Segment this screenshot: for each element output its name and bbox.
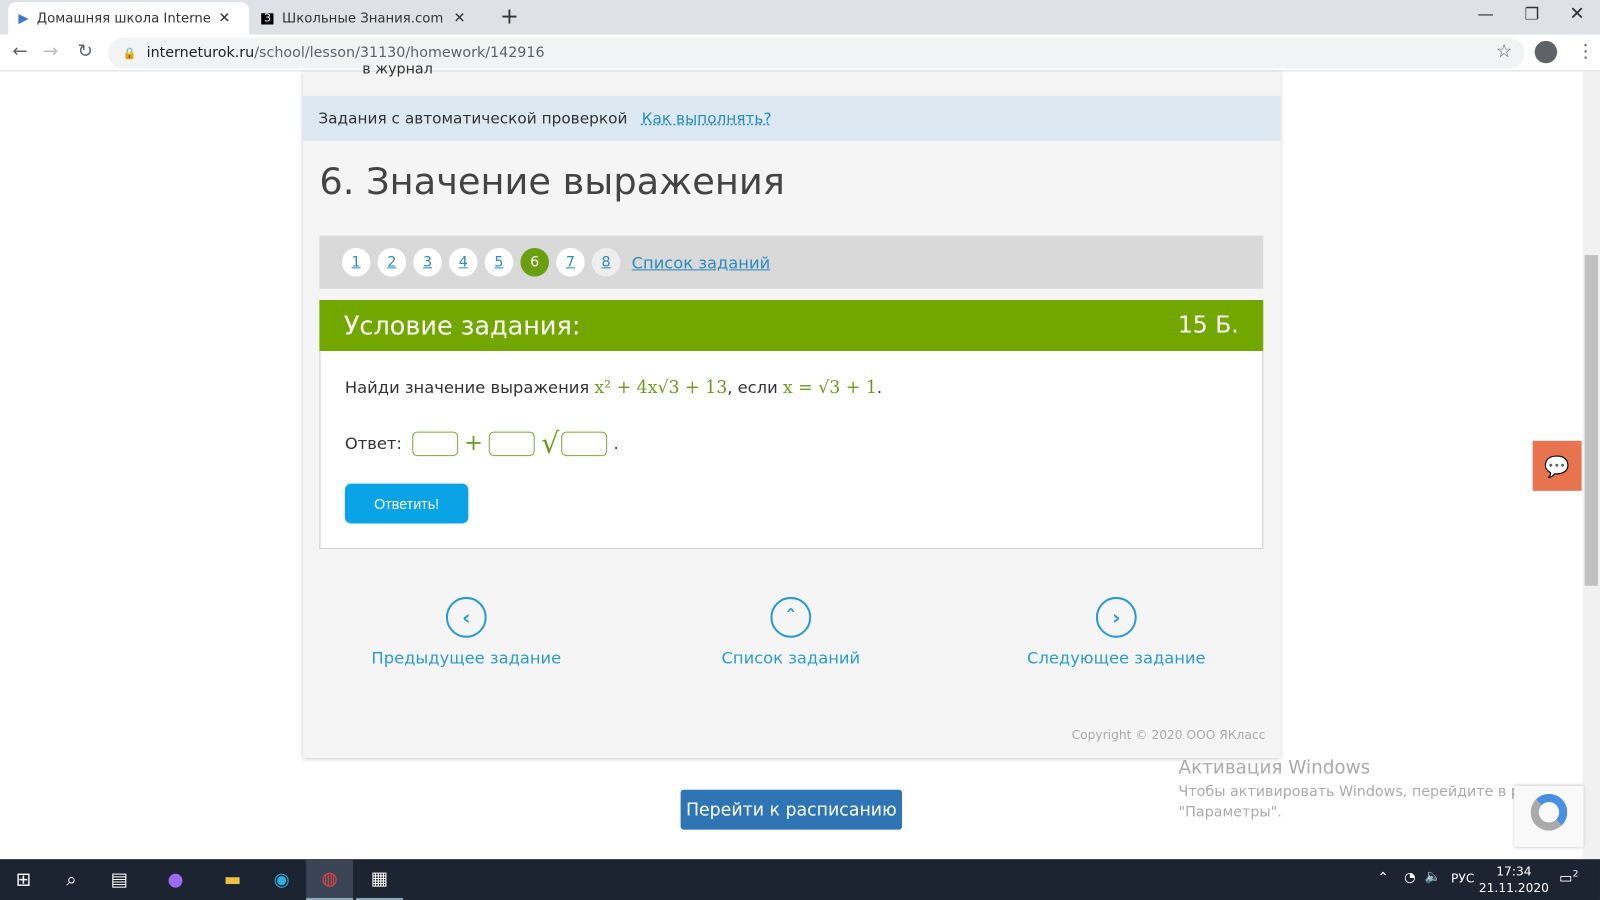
task-number-3[interactable]: 3 [413,247,442,277]
task-number-7[interactable]: 7 [556,247,585,277]
forward-icon[interactable]: → [43,41,58,62]
question: Найди значение выражения x² + 4x√3 + 13,… [345,378,882,398]
lesson-card: в журнал Задания с автоматической провер… [303,61,1281,759]
prev-task-link[interactable]: ‹ Предыдущее задание [364,596,568,668]
prev-label: Предыдущее задание [371,647,562,668]
task-number-5[interactable]: 5 [484,247,514,277]
clock[interactable]: 17:34 21.11.2020 [1479,863,1549,896]
submit-button[interactable]: Ответить! [344,483,469,524]
chevron-left-icon: ‹ [445,596,487,638]
task-list-link[interactable]: Список заданий [632,253,771,272]
maximize-button[interactable]: ❐ [1524,4,1539,23]
period: . [613,433,619,454]
chat-icon[interactable]: 💬 [1532,440,1582,491]
task-number-8[interactable]: 8 [591,247,621,277]
answer-label: Ответ: [344,433,402,454]
lock-icon: 🔒 [122,46,137,60]
recaptcha-badge[interactable] [1514,785,1584,847]
answer-input-1[interactable] [412,431,459,456]
profile-icon[interactable] [1534,40,1558,64]
scrollbar-thumb[interactable] [1584,255,1598,586]
notifications-icon[interactable]: ▭2 [1559,869,1578,886]
sqrt-sign: √ [541,426,560,461]
tray-chevron-icon[interactable]: ⌃ [1378,870,1389,885]
task-number-1[interactable]: 1 [341,247,371,277]
date: 21.11.2020 [1478,880,1549,895]
bookmark-star-icon[interactable]: ☆ [1496,41,1512,62]
tab-znanija[interactable]: ЗШкольные Знания.com - Решаем✕ [251,2,486,35]
task-number-6[interactable]: 6 [520,247,549,277]
task-number-4[interactable]: 4 [448,247,478,277]
journal-text: в журнал [362,61,433,78]
recaptcha-icon [1530,793,1568,831]
network-icon[interactable]: ◔ [1404,870,1416,885]
close-tab-icon[interactable]: ✕ [453,10,465,26]
expression: x² + 4x√3 + 13 [594,377,728,398]
time: 17:34 [1496,864,1532,879]
next-label: Следующее задание [1027,647,1206,668]
file-explorer-icon[interactable]: ▬ [209,859,256,900]
if-text: , если [727,377,778,397]
menu-icon[interactable]: ⋮ [1577,41,1595,62]
page-title: 6. Значение выражения [319,161,785,204]
znanija-icon: З [261,12,274,24]
language-indicator[interactable]: РУС [1451,871,1474,885]
notification-count: 2 [1572,869,1579,880]
answer-input-3[interactable] [561,431,608,456]
alice-icon[interactable]: ● [152,859,199,900]
activation-line2: "Параметры". [1178,804,1282,821]
volume-icon[interactable]: 🔈 [1424,869,1441,884]
chevron-up-icon: ˆ [770,596,812,638]
condition-title: Условие задания: [343,310,581,341]
chrome-icon[interactable]: ◍ [306,859,354,900]
period: . [876,377,883,397]
task-list-nav-link[interactable]: ˆ Список заданий [689,596,893,668]
task-body: Найди значение выражения x² + 4x√3 + 13,… [319,351,1264,549]
notepad-icon[interactable]: ▦ [356,859,404,900]
close-tab-icon[interactable]: ✕ [218,10,230,26]
answer-input-2[interactable] [489,431,536,456]
how-to-link[interactable]: Как выполнять? [642,109,772,127]
edge-icon[interactable]: ◉ [258,859,305,900]
activation-text: Чтобы активировать Windows, перейдите в … [1179,782,1565,823]
task-view-icon[interactable]: ▤ [96,859,143,900]
list-label: Список заданий [721,647,861,668]
condition-expression: x = √3 + 1 [782,377,877,398]
info-label: Задания с автоматической проверкой [318,109,628,128]
task-pagination: 1 2 3 4 5 6 7 8 Список заданий [319,235,1264,289]
schedule-button[interactable]: Перейти к расписанию [680,789,903,830]
back-icon[interactable]: ← [12,41,27,62]
copyright: Copyright © 2020 ООО ЯКласс [1071,727,1266,742]
question-text: Найди значение выражения [344,377,590,397]
condition-header: Условие задания: 15 Б. [319,299,1264,352]
plus-sign: + [464,430,483,457]
points: 15 Б. [1177,312,1239,339]
next-task-link[interactable]: › Следующее задание [1014,596,1218,668]
tab-bar: ▶Домашняя школа InternetUrok.ru✕ ЗШкольн… [0,0,1600,35]
task-number-2[interactable]: 2 [377,247,407,277]
new-tab-button[interactable]: + [500,4,519,30]
search-icon[interactable]: ⌕ [48,859,95,900]
taskbar: ⊞ ⌕ ▤ ● ▬ ◉ ◍ ▦ ⌃ ◔ 🔈 РУС 17:34 21.11.202… [0,859,1600,900]
activation-line1: Чтобы активировать Windows, перейдите в … [1178,783,1565,800]
chevron-right-icon: › [1095,596,1137,638]
reload-icon[interactable]: ↻ [78,41,93,62]
minimize-button[interactable]: — [1478,4,1494,23]
answer-row: Ответ: + √ . [345,427,619,461]
close-window-button[interactable]: ✕ [1569,3,1584,24]
address-bar-row: ← → ↻ 🔒 interneturok.ru/school/lesson/311… [0,34,1600,72]
activation-title: Активация Windows [1178,757,1371,779]
tab-interneturok[interactable]: ▶Домашняя школа InternetUrok.ru✕ [8,2,249,35]
play-icon: ▶ [18,10,29,27]
info-bar: Задания с автоматической проверкой Как вы… [303,95,1281,141]
url-input[interactable]: 🔒 interneturok.ru/school/lesson/31130/hom… [108,37,1525,69]
start-icon[interactable]: ⊞ [0,859,47,900]
